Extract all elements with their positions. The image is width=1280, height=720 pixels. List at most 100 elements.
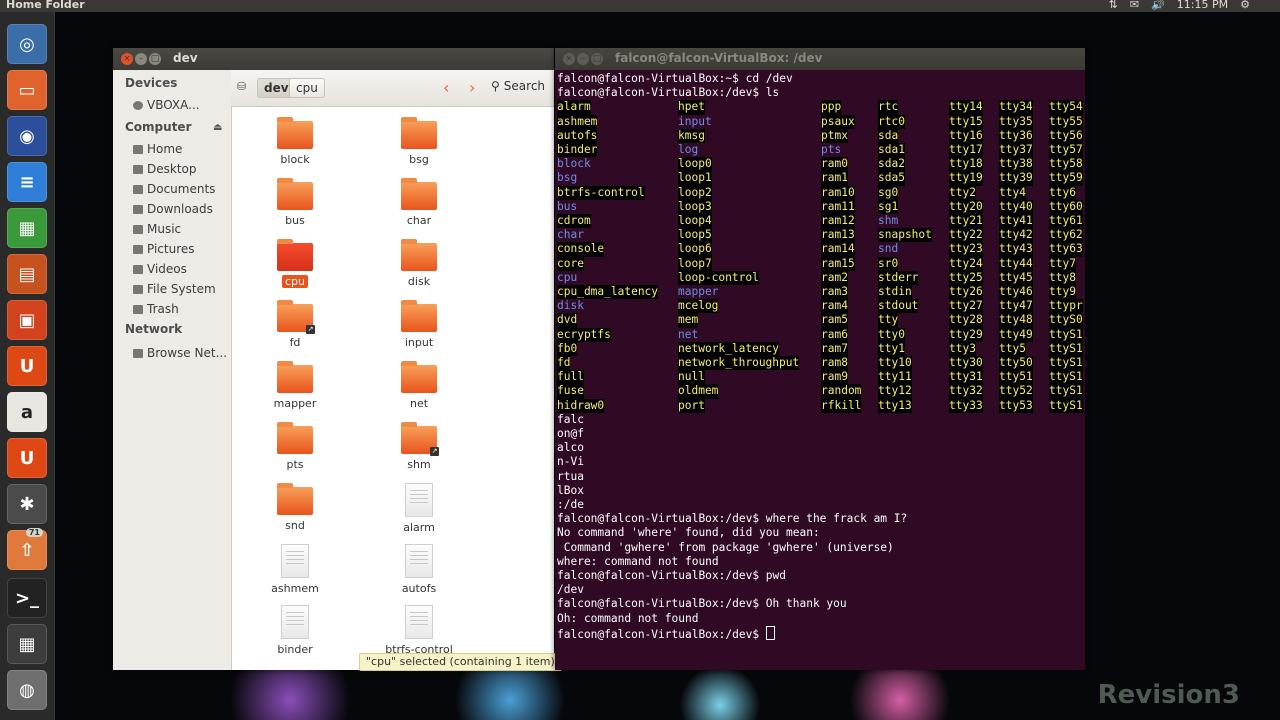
file-item-snd[interactable]: snd: [235, 483, 355, 532]
ls-entry: tty37: [999, 143, 1033, 158]
volume-icon[interactable]: 🔊: [1151, 0, 1165, 11]
ls-entry: fd: [557, 356, 571, 371]
sidebar-item-desktop[interactable]: Desktop: [133, 162, 197, 176]
firefox-icon[interactable]: ◉: [7, 116, 47, 156]
ubuntu-one-music-icon[interactable]: U: [7, 438, 47, 478]
file-item-btrfs-control[interactable]: btrfs-control: [359, 605, 479, 656]
network-icon[interactable]: ⇅: [1109, 0, 1118, 11]
desktop-icon: [133, 164, 143, 174]
file-label: cpu: [281, 275, 308, 288]
terminal-titlebar[interactable]: × – □ falcon@falcon-VirtualBox: /dev: [555, 48, 1085, 70]
impress-icon[interactable]: ▤: [7, 254, 47, 294]
drive-icon[interactable]: ⛁: [237, 80, 249, 93]
power-icon[interactable]: ⚙: [1240, 0, 1250, 11]
ls-entry: loop2: [678, 185, 712, 200]
amazon-icon[interactable]: a: [7, 392, 47, 432]
close-icon[interactable]: ×: [563, 53, 575, 65]
file-item-bsg[interactable]: bsg: [359, 117, 479, 166]
writer-icon[interactable]: ≡: [7, 162, 47, 202]
devices-heading: Devices: [125, 76, 178, 90]
update-manager-icon[interactable]: ⇧ 71: [7, 528, 47, 570]
terminal-prompt[interactable]: falcon@falcon-VirtualBox:/dev$: [557, 625, 775, 642]
file-item-binder[interactable]: binder: [235, 605, 355, 656]
mail-icon[interactable]: ✉: [1130, 0, 1139, 11]
file-item-bus[interactable]: bus: [235, 178, 355, 227]
sidebar-item-label: Pictures: [147, 242, 195, 256]
launcher: ◎ ▭ ◉ ≡ ▦ ▤ ▣ U a U ✱ ⇧ 71 >_ ▦ ◍: [0, 12, 55, 720]
search-label: Search: [503, 79, 546, 93]
sidebar-item-trash[interactable]: Trash: [133, 302, 179, 316]
ls-entry: ppp: [821, 100, 842, 115]
ubuntu-one-icon[interactable]: U: [7, 346, 47, 386]
file-manager-titlebar[interactable]: × – □ dev: [113, 48, 554, 70]
file-item-cpu[interactable]: cpu: [235, 239, 355, 288]
sidebar-item-pictures[interactable]: Pictures: [133, 242, 195, 256]
ls-entry: ptmx: [821, 128, 848, 143]
ls-entry: tty45: [999, 270, 1033, 285]
sidebar-item-documents[interactable]: Documents: [133, 182, 215, 196]
file-item-autofs[interactable]: autofs: [359, 544, 479, 595]
terminal-output[interactable]: falcon@falcon-VirtualBox:~$ cd /dev falc…: [557, 72, 1085, 668]
calc-icon[interactable]: ▦: [7, 208, 47, 248]
search-button[interactable]: ⚲ Search: [491, 79, 545, 93]
file-item-mapper[interactable]: mapper: [235, 361, 355, 410]
sidebar-item-browse-network[interactable]: Browse Net...: [133, 346, 227, 360]
symlink-arrow-icon: ↗: [430, 447, 439, 456]
clock[interactable]: 11:15 PM: [1177, 0, 1228, 11]
system-settings-icon[interactable]: ✱: [7, 484, 47, 524]
file-item-net[interactable]: net: [359, 361, 479, 410]
file-item-input[interactable]: input: [359, 300, 479, 349]
maximize-icon[interactable]: □: [591, 53, 603, 65]
file-item-shm[interactable]: ↗ shm: [359, 422, 479, 471]
terminal-icon[interactable]: >_: [7, 578, 47, 618]
file-item-disk[interactable]: disk: [359, 239, 479, 288]
terminal-line: falcon@falcon-VirtualBox:/dev$ pwd: [557, 569, 787, 582]
ls-entry: bus: [557, 199, 578, 213]
file-item-ashmem[interactable]: ashmem: [235, 544, 355, 595]
minimize-icon[interactable]: –: [577, 53, 589, 65]
ls-entry: tty57: [1049, 143, 1083, 158]
software-center-icon[interactable]: ▣: [7, 300, 47, 340]
sidebar-item-vbox[interactable]: VBOXA...: [133, 98, 200, 112]
ls-entry: loop1: [678, 171, 712, 186]
ls-entry: fb0: [557, 341, 578, 356]
ls-entry: tty14: [949, 100, 983, 115]
sidebar-item-downloads[interactable]: Downloads: [133, 202, 213, 216]
maximize-icon[interactable]: □: [149, 53, 161, 65]
folder-link-icon: ↗: [401, 422, 439, 456]
ls-entry: tty25: [949, 270, 983, 285]
terminal-line: :/de: [557, 498, 584, 511]
files-icon[interactable]: ▭: [7, 70, 47, 110]
eject-icon[interactable]: ⏏: [213, 122, 222, 133]
close-icon[interactable]: ×: [121, 53, 133, 65]
file-item-alarm[interactable]: alarm: [359, 483, 479, 534]
sidebar-item-label: Browse Net...: [147, 346, 228, 360]
ls-entry: ttyS1: [1049, 356, 1083, 371]
workspace-switcher-icon[interactable]: ▦: [7, 624, 47, 664]
breadcrumb-cpu[interactable]: cpu: [289, 78, 325, 98]
sidebar-item-music[interactable]: Music: [133, 222, 181, 236]
sidebar-item-label: Documents: [147, 182, 216, 196]
sidebar-item-file-system[interactable]: File System: [133, 282, 216, 296]
sidebar-item-home[interactable]: Home: [133, 142, 182, 156]
ls-entry: tty13: [878, 398, 912, 413]
back-icon[interactable]: ‹: [443, 78, 449, 97]
ls-entry: ram12: [821, 214, 855, 229]
ls-entry: network_throughput: [678, 356, 800, 371]
sidebar-item-videos[interactable]: Videos: [133, 262, 187, 276]
ls-entry: shm: [878, 214, 899, 227]
ls-entry: dvd: [557, 313, 578, 328]
ls-entry: tty1: [878, 341, 905, 356]
ls-entry: loop6: [678, 242, 712, 257]
file-item-pts[interactable]: pts: [235, 422, 355, 471]
minimize-icon[interactable]: –: [135, 53, 147, 65]
terminal-line: n-Vi: [557, 455, 584, 469]
dash-icon[interactable]: ◎: [7, 24, 47, 64]
file-item-fd[interactable]: ↗ fd: [235, 300, 355, 349]
disc-icon[interactable]: ◍: [7, 670, 47, 710]
forward-icon[interactable]: ›: [469, 78, 475, 97]
file-item-char[interactable]: char: [359, 178, 479, 227]
search-icon: ⚲: [491, 79, 500, 93]
ls-entry: tty3: [949, 341, 976, 356]
file-item-block[interactable]: block: [235, 117, 355, 166]
